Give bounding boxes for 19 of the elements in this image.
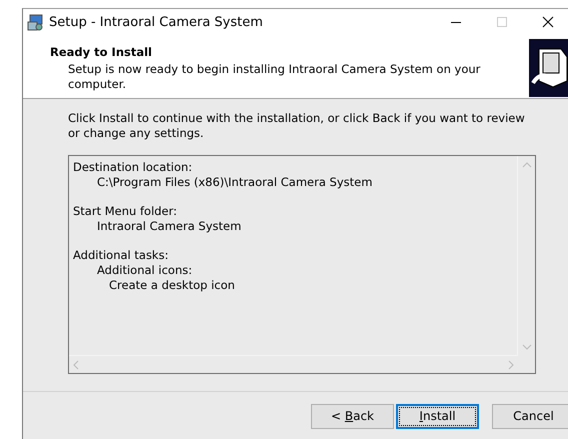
summary-line: Start Menu folder: [73, 204, 178, 219]
scroll-left-icon[interactable] [73, 360, 79, 370]
setup-app-icon [27, 13, 45, 31]
wizard-button[interactable]: < Back [311, 404, 394, 428]
wizard-button[interactable]: Cancel [492, 404, 568, 428]
window-title: Setup - Intraoral Camera System [49, 14, 264, 30]
scroll-up-icon[interactable] [522, 162, 532, 168]
scroll-down-icon[interactable] [522, 344, 532, 350]
summary-line: Additional tasks: [73, 248, 168, 263]
instruction-text: Click Install to continue with the installation, or click Back if you want to review or change any settings. [68, 111, 526, 141]
page-title: Ready to Install [50, 45, 154, 59]
summary-line: Additional icons: [97, 263, 192, 278]
page-subtitle: Setup is now ready to begin installing Intraoral Camera System on your computer. [67, 62, 482, 92]
summary-line: Destination location: [73, 160, 192, 175]
scroll-right-icon[interactable] [508, 360, 514, 370]
summary-line: Intraoral Camera System [97, 219, 242, 234]
summary-line: C:\Program Files (x86)\Intraoral Camera System [97, 175, 372, 190]
summary-line: Create a desktop icon [109, 278, 235, 293]
wizard-button[interactable]: Install [396, 404, 479, 428]
